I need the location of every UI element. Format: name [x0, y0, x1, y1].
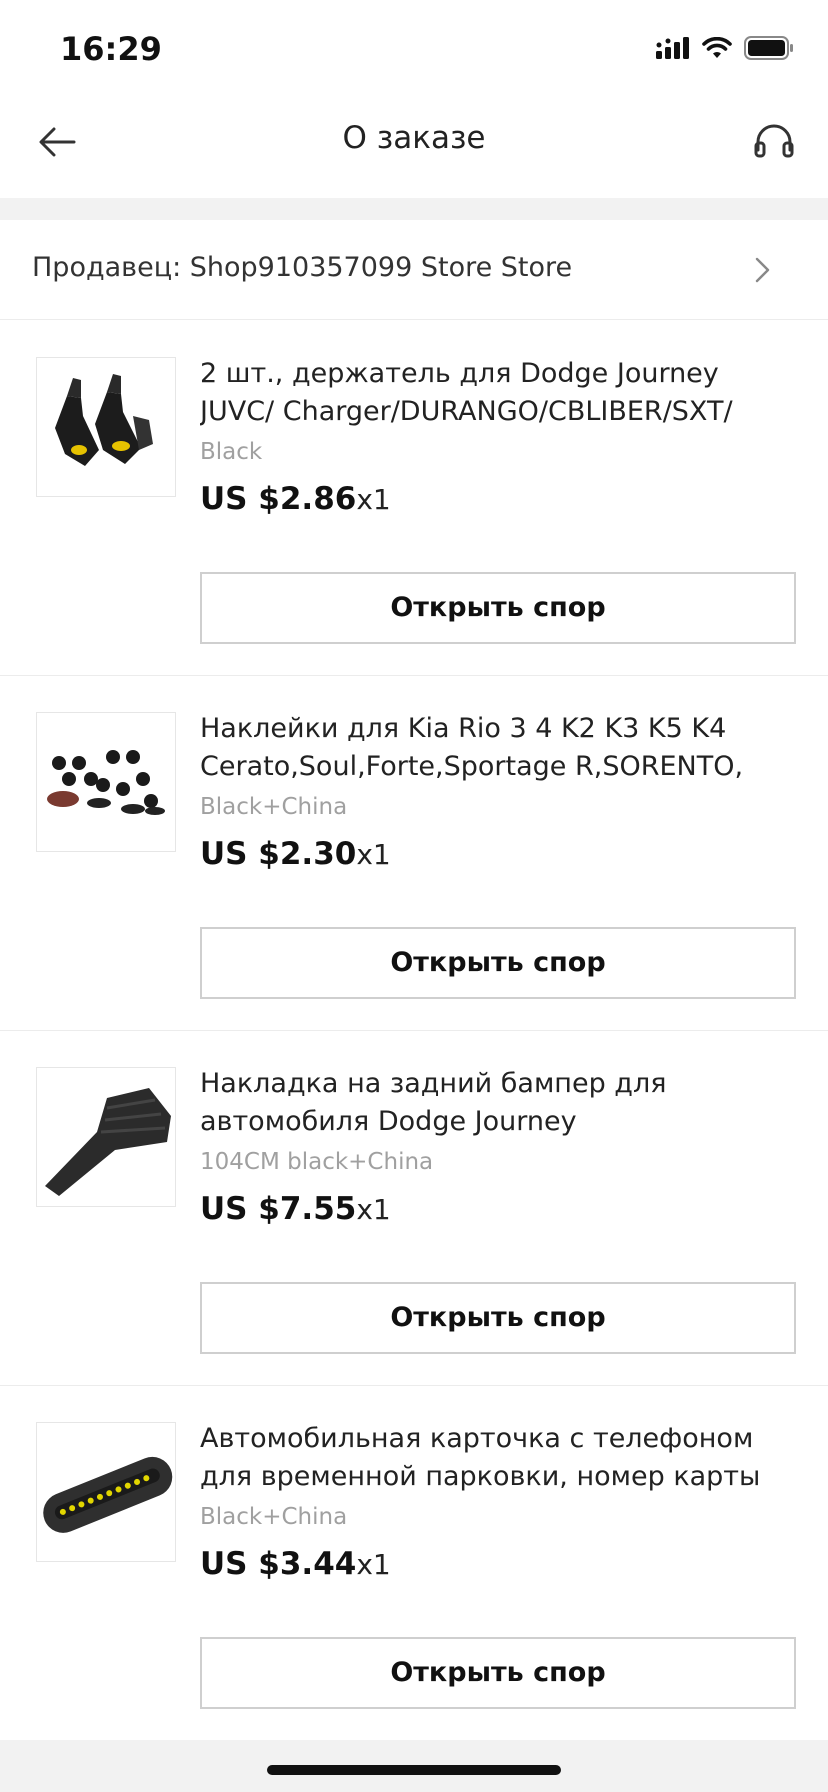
- product-image[interactable]: [36, 1067, 176, 1207]
- product-variant: Black+China: [200, 1504, 348, 1530]
- price-value: US $2.86: [200, 481, 357, 517]
- product-image[interactable]: [36, 357, 176, 497]
- product-variant: Black: [200, 439, 263, 465]
- open-dispute-button[interactable]: Открыть спор: [200, 1637, 796, 1709]
- cellular-signal-icon: [656, 37, 689, 59]
- wifi-icon: [702, 37, 732, 58]
- open-dispute-button[interactable]: Открыть спор: [200, 927, 796, 999]
- order-item: Наклейки для Kia Rio 3 4 K2 K3 K5 K4 Cer…: [0, 676, 828, 1031]
- price-value: US $3.44: [200, 1546, 357, 1582]
- order-item: Накладка на задний бампер для автомобиля…: [0, 1031, 828, 1386]
- product-image[interactable]: [36, 1422, 176, 1562]
- product-image[interactable]: [36, 712, 176, 852]
- price-value: US $2.30: [200, 836, 357, 872]
- battery-icon: [744, 36, 793, 60]
- open-dispute-button[interactable]: Открыть спор: [200, 1282, 796, 1354]
- chevron-right-icon: [755, 257, 770, 283]
- order-item: Автомобильная карточка с телефоном для в…: [0, 1386, 828, 1741]
- product-price: US $2.30x1: [200, 836, 391, 872]
- car-hook-holder-image: [37, 358, 175, 496]
- quantity: x1: [356, 483, 391, 516]
- quantity: x1: [356, 1548, 391, 1581]
- seller-name: Продавец: Shop910357099 Store Store: [32, 252, 573, 283]
- product-price: US $7.55x1: [200, 1191, 391, 1227]
- quantity: x1: [356, 838, 391, 871]
- product-title[interactable]: Автомобильная карточка с телефоном для в…: [200, 1420, 798, 1496]
- product-variant: 104CM black+China: [200, 1149, 434, 1175]
- product-variant: Black+China: [200, 794, 348, 820]
- parking-number-card-image: [37, 1423, 175, 1561]
- open-dispute-button[interactable]: Открыть спор: [200, 572, 796, 644]
- quantity: x1: [356, 1193, 391, 1226]
- product-title[interactable]: Накладка на задний бампер для автомобиля…: [200, 1065, 798, 1141]
- status-icons: [656, 36, 794, 60]
- section-divider: [0, 198, 828, 220]
- status-bar: 16:29: [0, 0, 828, 96]
- nav-bar: О заказе: [0, 96, 828, 198]
- seller-row[interactable]: Продавец: Shop910357099 Store Store: [0, 220, 828, 320]
- page-title: О заказе: [342, 120, 486, 156]
- product-title[interactable]: 2 шт., держатель для Dodge Journey JUVC/…: [200, 355, 798, 431]
- home-indicator[interactable]: [267, 1765, 561, 1775]
- clips-set-image: [37, 713, 175, 851]
- product-title[interactable]: Наклейки для Kia Rio 3 4 K2 K3 K5 K4 Cer…: [200, 710, 798, 786]
- order-item: 2 шт., держатель для Dodge Journey JUVC/…: [0, 321, 828, 676]
- product-price: US $3.44x1: [200, 1546, 391, 1582]
- status-time: 16:29: [60, 30, 162, 68]
- rubber-bumper-strip-image: [37, 1068, 175, 1206]
- headset-icon[interactable]: [750, 118, 798, 166]
- price-value: US $7.55: [200, 1191, 357, 1227]
- product-price: US $2.86x1: [200, 481, 391, 517]
